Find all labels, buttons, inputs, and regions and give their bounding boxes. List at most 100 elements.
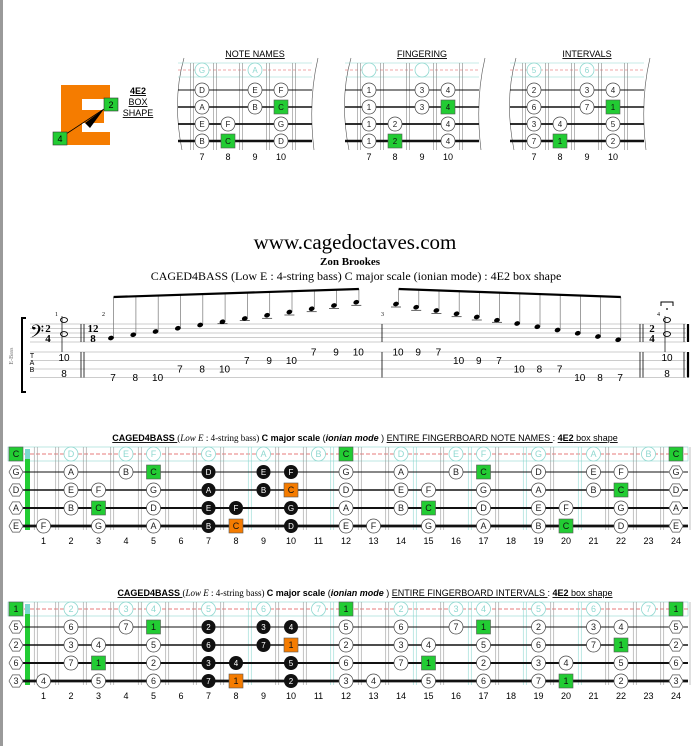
box-scale-note-label: 3 [261,623,266,632]
title-tuning: Low E [184,588,209,598]
open-note-label: E [123,449,129,459]
scale-note-label: 5 [426,676,431,686]
open-note [361,62,377,78]
website-title: www.cagedoctaves.com [254,230,457,254]
scale-note-label: D [278,137,284,146]
fret-number: 7 [366,152,371,162]
scale-note-label: 5 [673,622,678,632]
scale-note-label: 5 [151,640,156,650]
open-note-label: 5 [532,66,537,75]
scale-note-label: 3 [591,622,596,632]
fret-number: 24 [671,691,681,701]
title-mode: ionian mode [331,588,384,598]
half-note [663,331,671,337]
fret-number: 15 [423,691,433,701]
fret-number: 18 [506,536,516,546]
box-scale-note-label: E [206,504,211,513]
scale-note-label: 2 [151,658,156,668]
root-note-label: 1 [96,658,101,668]
title-shape-suffix: box shape [574,433,618,443]
open-note-label: 3 [453,604,458,614]
box-right-edge [478,57,486,151]
fret-number: 3 [96,691,101,701]
open-note-label: 2 [398,604,403,614]
scale-note-label: 2 [393,120,398,129]
box-scale-note-label: F [289,468,294,477]
scale-note-label: D [673,485,680,495]
fret-number: 3 [96,536,101,546]
root-note-label: C [150,467,157,477]
open-note-label: 2 [68,604,73,614]
open-string-note-label: 5 [13,622,18,632]
time-signature-3-bottom: 4 [649,333,655,345]
fret-number: 8 [233,536,238,546]
half-note [60,331,68,337]
tab-fret: 8 [537,365,543,376]
fret-number: 23 [643,536,653,546]
fret-number: 10 [286,536,296,546]
scale-note-label: A [535,485,541,495]
fret-number: 20 [561,536,571,546]
bass-clef: 𝄢 [30,321,44,346]
measure-2-beam [113,287,359,299]
chart-subtitle: CAGED4BASS (Low E : 4-string bass) C maj… [151,269,562,283]
open-note-label: F [481,449,487,459]
fret-number: 14 [396,691,406,701]
scale-note-label: 4 [446,137,451,146]
scale-note-label: 4 [446,86,451,95]
fret-number: 24 [671,536,681,546]
fret-number: 1 [41,536,46,546]
open-note-label: 6 [591,604,596,614]
open-root-note-label: C [673,449,680,459]
fret-number: 21 [588,691,598,701]
scale-note-label: E [68,485,74,495]
notation-system: E-Bass𝄢 2412824TAB1 2 3 41081087 8 107 8 107 9 107… [9,287,690,393]
tab-fret: 7 [177,365,183,376]
fret-number: 7 [206,691,211,701]
fret-number: 10 [443,152,453,162]
fermata-dot [666,308,668,310]
scale-note-label: E [398,485,404,495]
title-bass-type: : 4-string bass) [209,588,267,598]
root-note-label: C [563,521,570,531]
measure-number: 2 [102,312,105,318]
scale-note-label: D [199,86,205,95]
title-mode-paren: ) [379,433,387,443]
tab-fret: 10 [574,373,586,384]
scale-note-label: E [590,467,596,477]
open-note-label: A [252,66,258,75]
scale-note-label: 4 [558,120,563,129]
scale-note-label: 5 [96,676,101,686]
fret-number: 11 [314,536,323,546]
title-brand: CAGED4BASS [117,588,182,598]
fret-number: 10 [286,691,296,701]
fret-number: 8 [392,152,397,162]
scale-note-label: 6 [481,676,486,686]
tab-fret: 10 [392,348,404,359]
box-scale-note-label: 2 [289,677,294,686]
box-root-note-label: 1 [288,640,293,650]
scale-note-label: 7 [453,622,458,632]
box-scale-note-label: B [261,486,266,495]
measure-3-beam [398,287,621,299]
tab-fret: 9 [476,356,482,367]
tab-fret: 7 [244,356,250,367]
scale-note-label: A [398,467,404,477]
title-mode: ionian mode [326,433,379,443]
tab-fret: 10 [219,365,231,376]
scale-note-label: 5 [481,640,486,650]
fingerboard-title: CAGED4BASS (Low E : 4-string bass) C maj… [117,588,612,598]
fret-number: 19 [533,691,543,701]
box-scale-note-label: F [234,504,239,513]
tab-fret: 7 [311,348,317,359]
fret-number: 17 [478,691,488,701]
title-brand: CAGED4BASS [112,433,177,443]
scale-note-label: 1 [367,86,372,95]
box-title: FINGERING [397,49,447,59]
box-diagrams: NOTE NAMESG AD E FA B CE F GB C D7 8 9 10FINGERING1 3… [177,49,651,162]
fret-number: 16 [451,691,461,701]
scale-note-label: 2 [673,640,678,650]
scale-note-label: 5 [611,120,616,129]
root-note-label: 1 [151,622,156,632]
open-root-note-label: 1 [13,604,18,614]
